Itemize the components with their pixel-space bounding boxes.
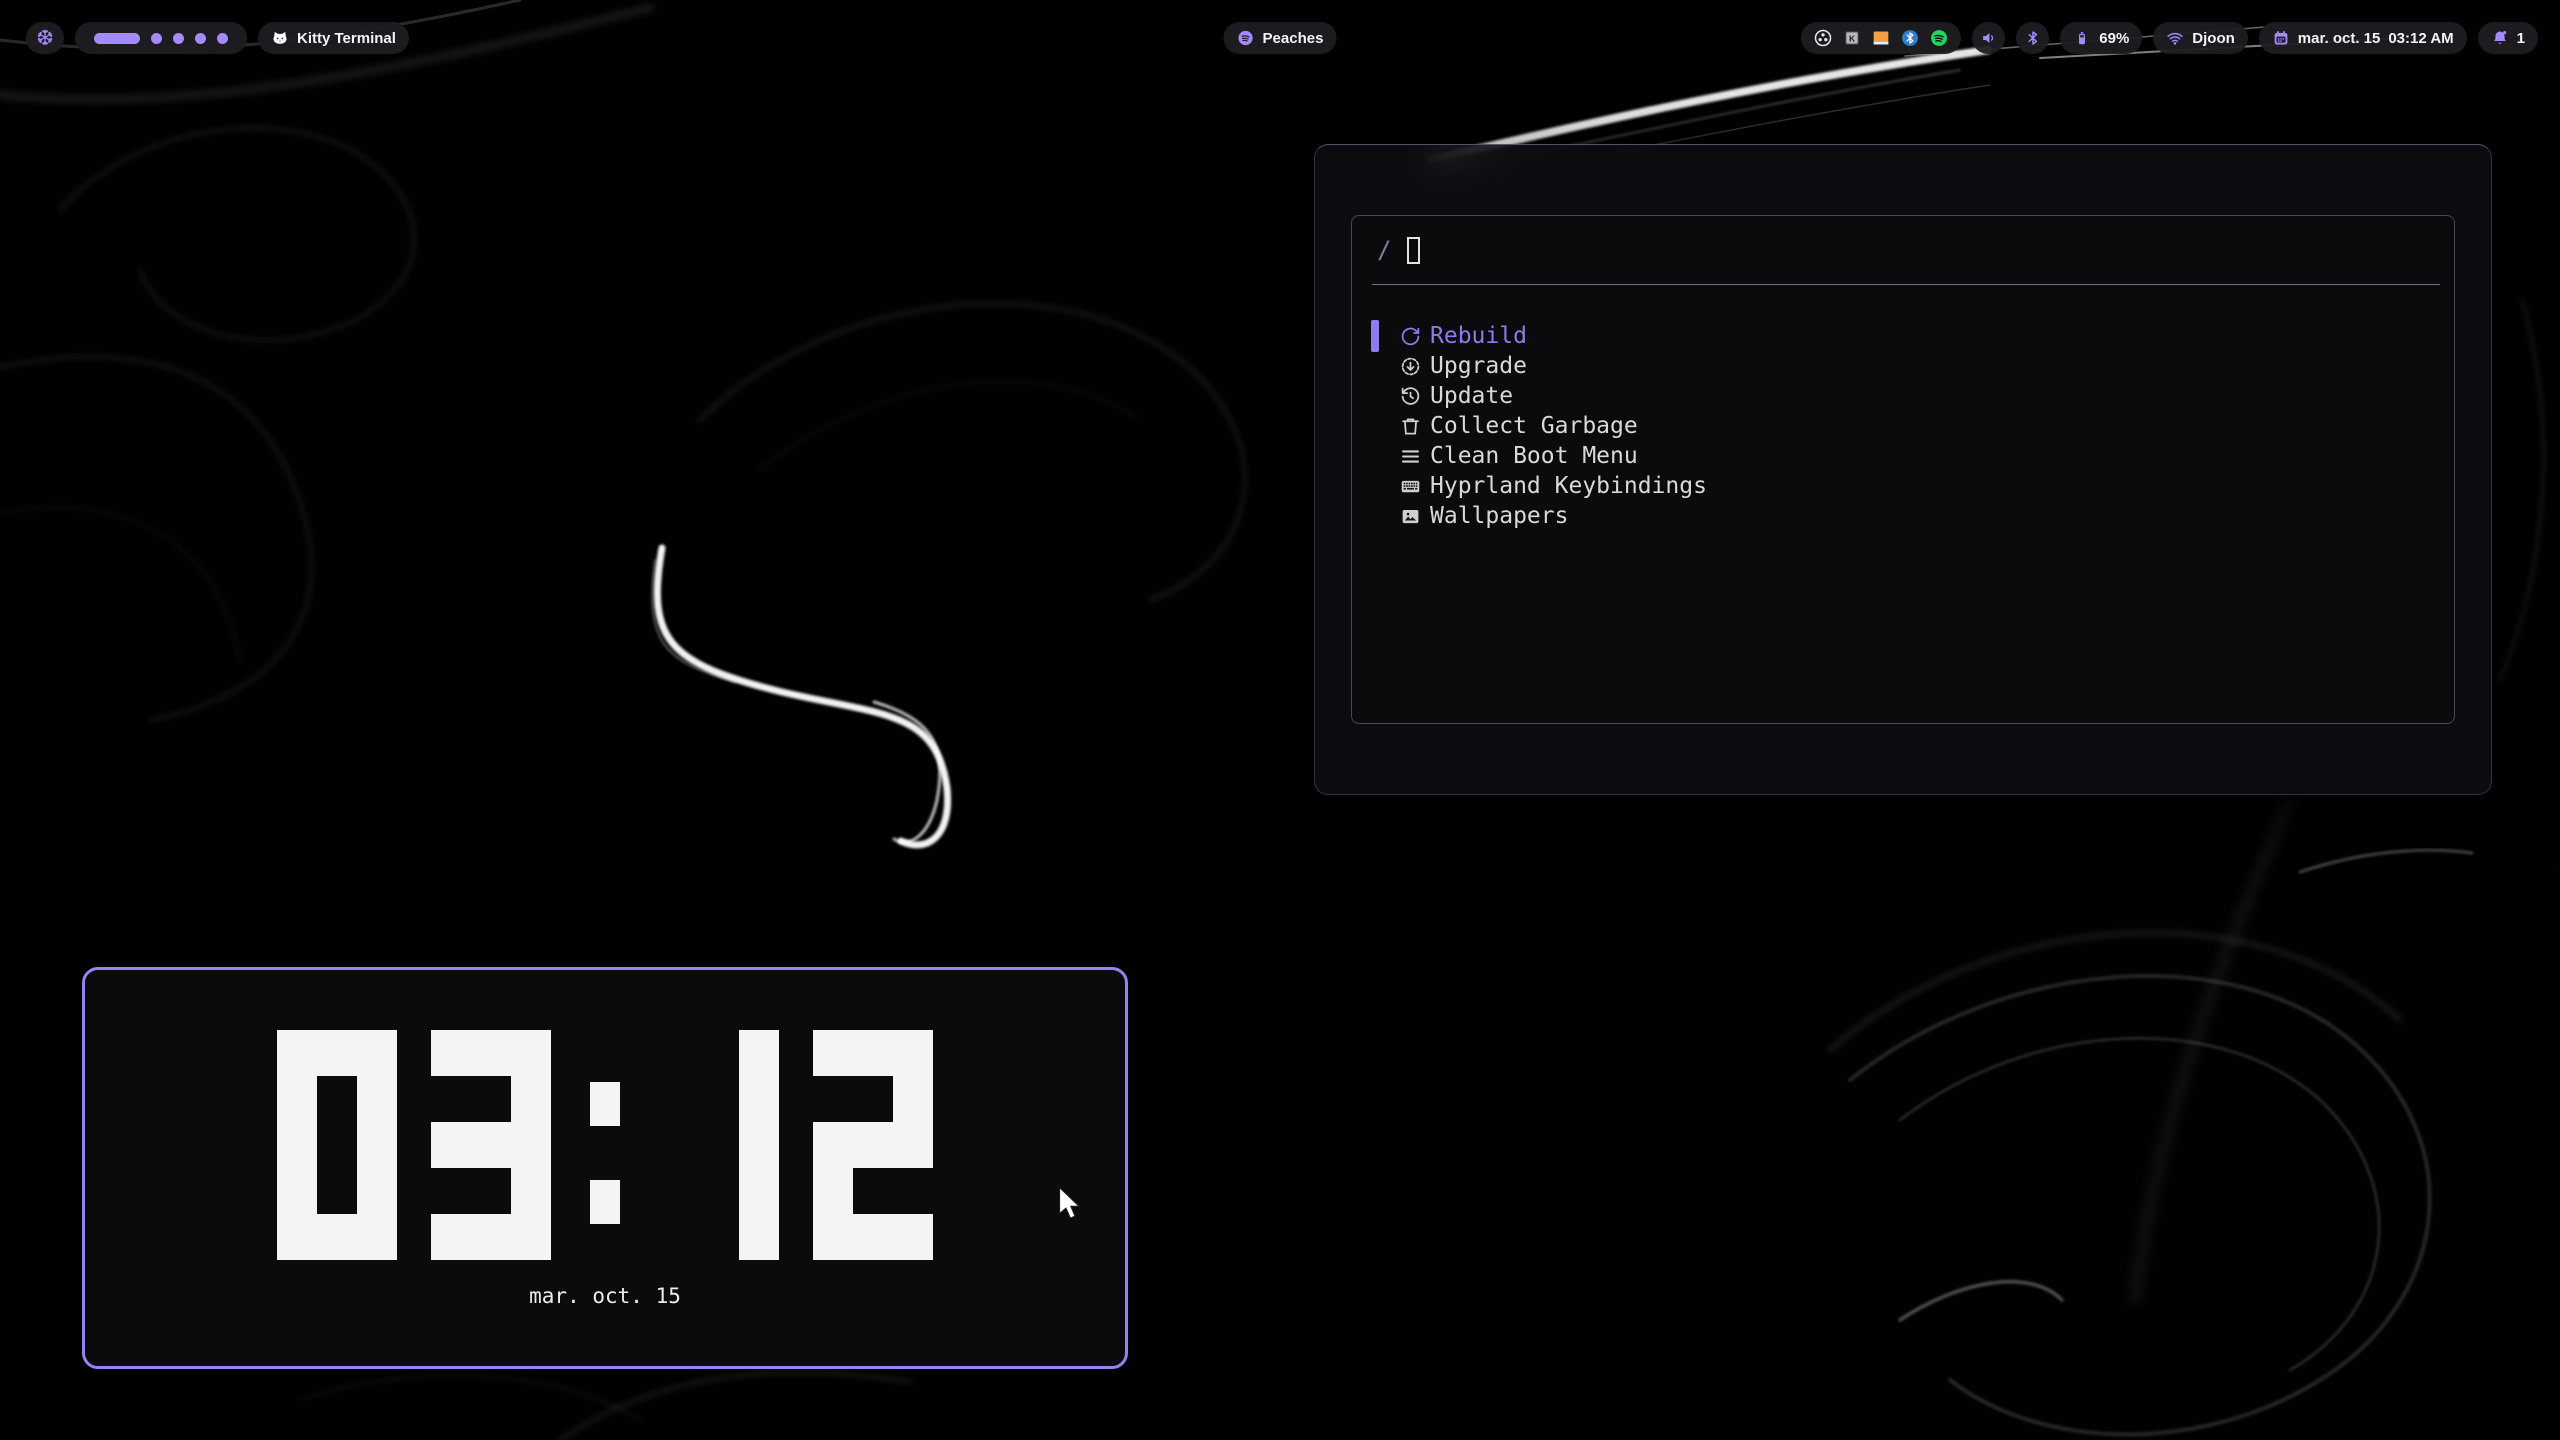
workspace-4[interactable] <box>195 33 206 44</box>
workspace-2[interactable] <box>151 33 162 44</box>
datetime-pill[interactable]: mar. oct. 15 03:12 AM <box>2259 22 2467 54</box>
nixos-icon: ❆ <box>36 28 54 49</box>
keyboard-icon <box>1400 476 1421 497</box>
launcher-item-update[interactable]: Update <box>1352 381 2454 411</box>
list-icon <box>1400 446 1421 467</box>
speaker-icon <box>1980 29 1998 47</box>
launcher-item-upgrade[interactable]: Upgrade <box>1352 351 2454 381</box>
bar-date: mar. oct. 15 <box>2298 30 2381 47</box>
system-tray-pill: K <box>1801 22 1961 54</box>
svg-text:K: K <box>1849 33 1855 43</box>
notifications-pill[interactable]: 1 <box>2478 22 2538 54</box>
trash-icon <box>1400 416 1421 437</box>
volume-button[interactable] <box>1972 22 2005 54</box>
bar-time: 03:12 AM <box>2388 30 2453 47</box>
clock-date: mar. oct. 15 <box>85 1284 1125 1308</box>
launcher-item-hyprland-keybindings[interactable]: Hyprland Keybindings <box>1352 471 2454 501</box>
clock-digit-3 <box>431 1030 551 1260</box>
launcher-item-label: Clean Boot Menu <box>1430 443 1638 469</box>
launcher-item-label: Upgrade <box>1430 353 1527 379</box>
search-separator <box>1372 284 2440 285</box>
launcher-item-label: Wallpapers <box>1430 503 1568 529</box>
launcher-item-label: Hyprland Keybindings <box>1430 473 1707 499</box>
launcher-item-label: Update <box>1430 383 1513 409</box>
launcher-item-collect-garbage[interactable]: Collect Garbage <box>1352 411 2454 441</box>
clock-widget: mar. oct. 15 <box>82 967 1128 1369</box>
music-player-pill[interactable]: Peaches <box>1224 22 1337 54</box>
workspace-pill[interactable] <box>75 22 247 54</box>
launcher-item-clean-boot-menu[interactable]: Clean Boot Menu <box>1352 441 2454 471</box>
launcher-item-wallpapers[interactable]: Wallpapers <box>1352 501 2454 531</box>
battery-pill[interactable]: 69% <box>2060 22 2142 54</box>
clock-digit-1 <box>659 1030 779 1260</box>
workspace-1-active[interactable] <box>94 33 140 44</box>
clock-colon <box>585 1030 625 1260</box>
launcher-item-label: Collect Garbage <box>1430 413 1638 439</box>
launcher-item-rebuild[interactable]: Rebuild <box>1352 321 2454 351</box>
launcher-window: / Rebuild Upgrade Update Collect Garbage Cle… <box>1314 144 2492 795</box>
active-window-pill[interactable]: Kitty Terminal <box>258 22 409 54</box>
keepassxc-icon[interactable]: K <box>1842 28 1862 48</box>
update-icon <box>1400 386 1421 407</box>
bluetooth-button[interactable] <box>2016 22 2049 54</box>
clock-digits <box>85 1030 1125 1260</box>
clock-digit-0 <box>277 1030 397 1260</box>
network-ssid: Djoon <box>2192 30 2235 47</box>
bluetooth-tray-icon[interactable] <box>1900 28 1920 48</box>
workspace-3[interactable] <box>173 33 184 44</box>
bell-icon <box>2491 29 2509 47</box>
active-window-title: Kitty Terminal <box>297 30 396 47</box>
calendar-icon <box>2272 29 2290 47</box>
launcher-inner-panel: / Rebuild Upgrade Update Collect Garbage Cle… <box>1351 215 2455 724</box>
upgrade-icon <box>1400 356 1421 377</box>
image-icon <box>1400 506 1421 527</box>
files-icon[interactable] <box>1871 28 1891 48</box>
launcher-list: Rebuild Upgrade Update Collect Garbage Clean… <box>1352 321 2454 531</box>
clock-digit-2 <box>813 1030 933 1260</box>
nixos-launcher-button[interactable]: ❆ <box>26 22 64 54</box>
kitty-cat-icon <box>271 29 289 47</box>
battery-percent: 69% <box>2099 30 2129 47</box>
mouse-cursor <box>1058 1186 1088 1222</box>
launcher-search-row[interactable]: / <box>1352 216 2454 284</box>
bar-center-group: Peaches <box>1224 22 1337 54</box>
rebuild-icon <box>1400 326 1421 347</box>
spotify-music-icon <box>1237 29 1255 47</box>
launcher-item-label: Rebuild <box>1430 323 1527 349</box>
network-pill[interactable]: Djoon <box>2153 22 2248 54</box>
workspace-5[interactable] <box>217 33 228 44</box>
workspace-indicator <box>88 33 234 44</box>
wifi-icon <box>2166 29 2184 47</box>
text-cursor <box>1407 237 1420 264</box>
search-prompt: / <box>1377 236 1391 264</box>
music-track-title: Peaches <box>1263 30 1324 47</box>
bar-left-group: ❆ Kitty Terminal <box>26 22 409 54</box>
battery-icon <box>2073 29 2091 47</box>
obs-icon[interactable] <box>1813 28 1833 48</box>
bluetooth-icon <box>2024 29 2042 47</box>
spotify-tray-icon[interactable] <box>1929 28 1949 48</box>
notification-count: 1 <box>2517 30 2525 47</box>
bar-right-group: K <box>1801 22 2538 54</box>
